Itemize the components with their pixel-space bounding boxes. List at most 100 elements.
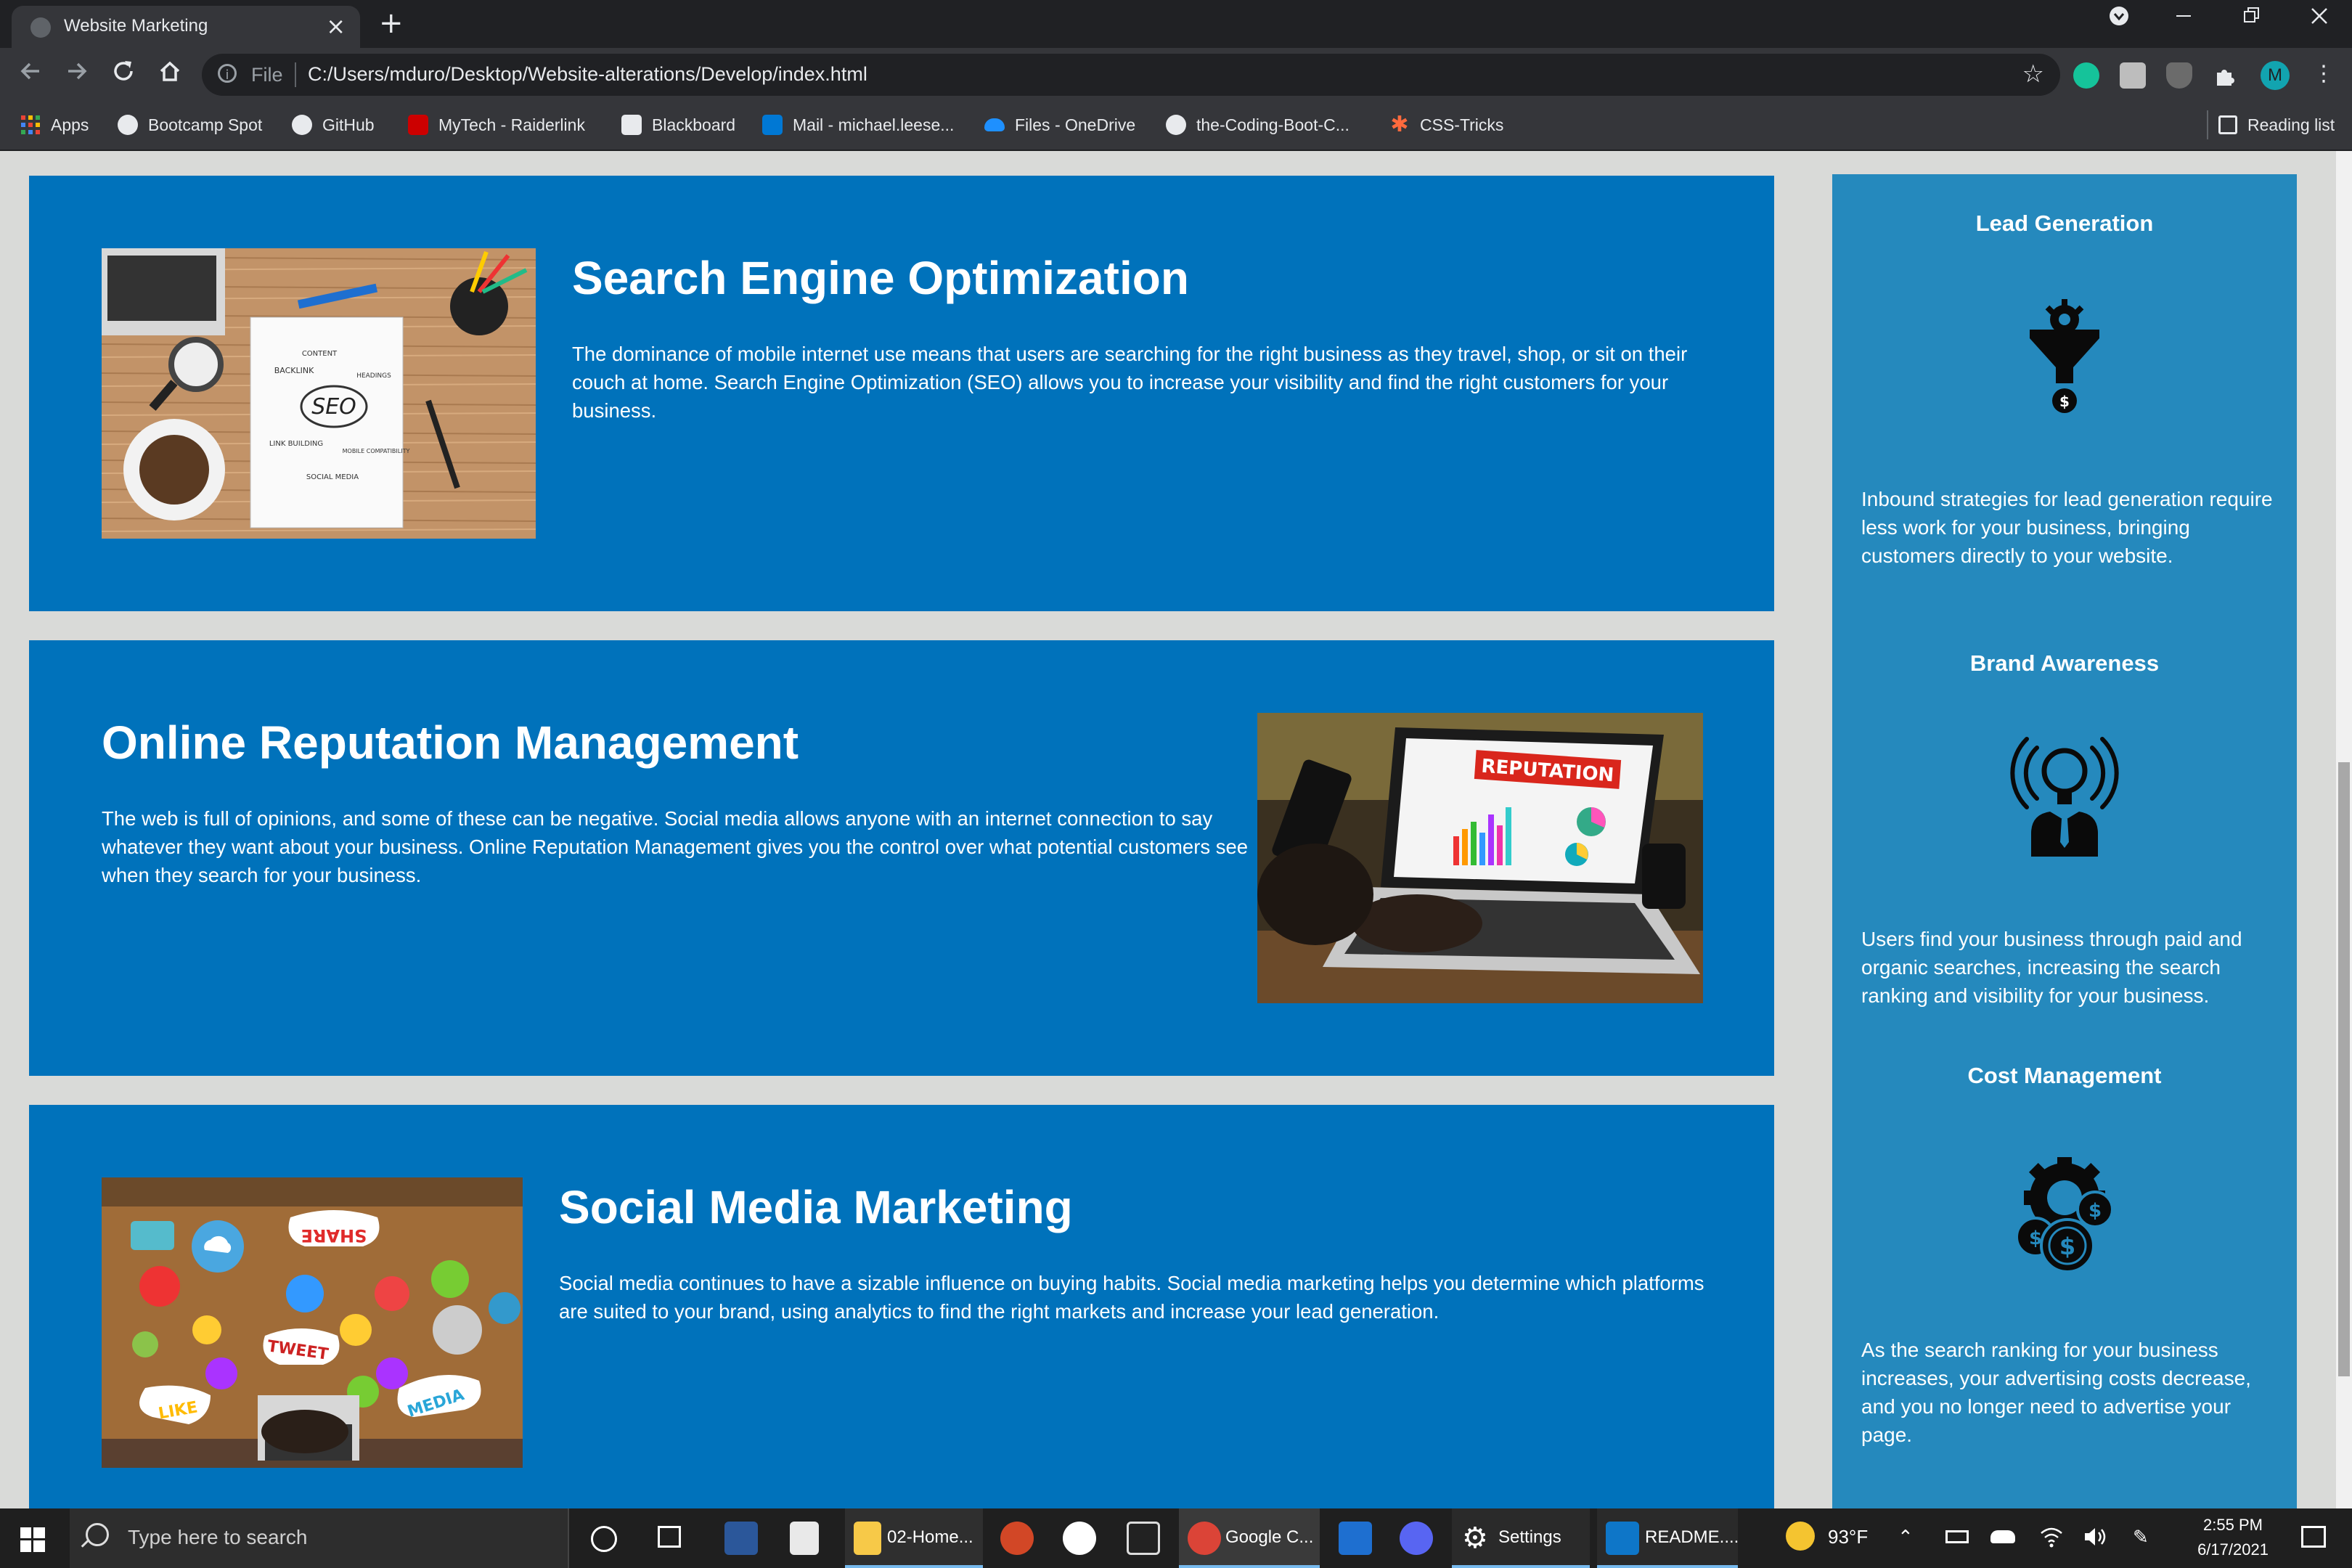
bookmark-label: Apps	[51, 115, 89, 134]
taskbar-app-label: 02-Home...	[887, 1527, 973, 1547]
vscode-icon	[1606, 1522, 1639, 1555]
service-title: Social Media Marketing	[559, 1181, 1073, 1233]
bookmark-label: GitHub	[322, 115, 375, 134]
service-description: The dominance of mobile internet use mea…	[572, 343, 1688, 422]
bookmarks-bar: Apps Bootcamp Spot GitHub MyTech - Raide…	[0, 103, 2352, 151]
bookmark-label: MyTech - Raiderlink	[438, 115, 585, 134]
powerpoint-icon[interactable]	[1000, 1522, 1034, 1555]
seo-image-word: SEO	[311, 394, 356, 420]
slack-icon[interactable]	[1063, 1522, 1096, 1555]
scrollbar-thumb[interactable]	[2338, 762, 2350, 1376]
gear-dollar-icon: $ $ $	[2006, 1156, 2123, 1279]
file-explorer-icon	[854, 1522, 881, 1555]
tab-search-icon[interactable]	[2108, 4, 2130, 36]
benefit-title: Cost Management	[1967, 1063, 2162, 1088]
forward-icon[interactable]	[64, 58, 90, 93]
pen-workspace-icon[interactable]: ✎	[2133, 1526, 2149, 1548]
clock-date[interactable]: 6/17/2021	[2186, 1540, 2279, 1559]
bookmark-label: the-Coding-Boot-C...	[1196, 115, 1349, 134]
bookmark-label: Files - OneDrive	[1015, 115, 1136, 134]
benefit-description: As the search ranking for your business …	[1861, 1339, 2251, 1446]
seo-image-word: SOCIAL MEDIA	[306, 473, 359, 481]
shield-extension-icon[interactable]	[2166, 62, 2192, 89]
service-title: Online Reputation Management	[102, 716, 799, 769]
browser-tab[interactable]: Website Marketing ×	[12, 6, 360, 48]
weather-icon[interactable]	[1786, 1522, 1815, 1551]
window-app-icon[interactable]	[1339, 1522, 1372, 1555]
bookmark-css-tricks[interactable]: ✱ CSS-Tricks	[1389, 110, 1503, 139]
notepad-icon[interactable]	[790, 1522, 819, 1555]
chrome-icon	[1188, 1522, 1221, 1555]
bookmark-label: Mail - michael.leese...	[793, 115, 955, 134]
bookmark-blackboard[interactable]: Blackboard	[621, 110, 735, 139]
address-bar[interactable]: i File C:/Users/mduro/Desktop/Website-al…	[202, 54, 2060, 96]
service-description: The web is full of opinions, and some of…	[102, 807, 1249, 886]
tab-strip: Website Marketing × +	[0, 0, 2352, 48]
service-card-social-media: SHARE TWEET LIKE MEDIA Social Media Mark…	[29, 1105, 1774, 1508]
puzzle-extensions-icon[interactable]	[2213, 64, 2239, 90]
back-icon[interactable]	[17, 58, 44, 93]
social-image-word: SHARE	[301, 1225, 367, 1246]
bookmark-mail[interactable]: Mail - michael.leese...	[762, 110, 954, 139]
bookmark-github[interactable]: GitHub	[292, 110, 375, 139]
tab-close-icon[interactable]: ×	[326, 13, 346, 39]
address-scheme: File	[251, 64, 283, 86]
word-icon[interactable]	[724, 1522, 758, 1555]
new-tab-button[interactable]: +	[379, 6, 404, 41]
taskbar-search-box[interactable]: Type here to search	[70, 1508, 569, 1568]
terminal-icon[interactable]	[1127, 1522, 1160, 1555]
bookmark-onedrive[interactable]: Files - OneDrive	[984, 110, 1135, 139]
seo-image: SEO CONTENT BACKLINK HEADINGS LINK BUILD…	[102, 248, 536, 539]
seo-image-word: BACKLINK	[274, 366, 314, 375]
github-icon	[1166, 115, 1186, 135]
extension-icon[interactable]	[2120, 62, 2146, 89]
seo-image-word: LINK BUILDING	[269, 440, 323, 448]
wifi-icon[interactable]	[2040, 1526, 2063, 1553]
bookmark-coding-boot-camp[interactable]: the-Coding-Boot-C...	[1166, 110, 1349, 139]
github-icon	[292, 115, 312, 135]
close-window-icon[interactable]	[2310, 4, 2329, 36]
reload-icon[interactable]	[110, 58, 136, 93]
volume-icon[interactable]	[2083, 1526, 2108, 1553]
minimize-icon[interactable]	[2175, 4, 2192, 36]
svg-text:$: $	[2029, 1228, 2042, 1249]
site-info-icon[interactable]: i	[218, 64, 237, 83]
address-url[interactable]: C:/Users/mduro/Desktop/Website-alteratio…	[308, 63, 867, 86]
benefit-description: Inbound strategies for lead generation r…	[1861, 488, 2273, 567]
css-tricks-icon: ✱	[1390, 113, 1409, 136]
tray-chevron-up-icon[interactable]: ⌃	[1898, 1526, 1914, 1548]
service-card-reputation: Online Reputation Management The web is …	[29, 640, 1774, 1076]
battery-icon[interactable]	[1945, 1530, 1969, 1543]
profile-avatar[interactable]: M	[2261, 61, 2290, 90]
bookmark-mytech[interactable]: MyTech - Raiderlink	[408, 110, 585, 139]
settings-icon: ⚙	[1462, 1522, 1488, 1555]
discord-icon[interactable]	[1400, 1522, 1433, 1555]
windows-taskbar: Type here to search 02-Home... Google C.…	[0, 1508, 2352, 1568]
home-icon[interactable]	[157, 58, 183, 93]
benefit-title: Lead Generation	[1975, 211, 2154, 236]
bookmark-bootcamp-spot[interactable]: Bootcamp Spot	[118, 110, 262, 139]
service-title: Search Engine Optimization	[572, 252, 1189, 304]
taskbar-search-placeholder: Type here to search	[128, 1526, 308, 1548]
web-page: SEO CONTENT BACKLINK HEADINGS LINK BUILD…	[0, 151, 2352, 1508]
menu-dots-icon[interactable]: ⋮	[2313, 61, 2335, 87]
task-view-icon[interactable]	[658, 1526, 681, 1548]
reading-list-button[interactable]: Reading list	[2207, 110, 2335, 139]
cortana-icon[interactable]	[591, 1526, 617, 1552]
weather-temperature[interactable]: 93°F	[1828, 1526, 1868, 1548]
clock-time[interactable]: 2:55 PM	[2192, 1516, 2274, 1535]
bookmark-star-icon[interactable]: ☆	[2022, 60, 2044, 89]
bookmark-label: CSS-Tricks	[1420, 115, 1504, 134]
seo-image-word: MOBILE COMPATIBILITY	[343, 448, 410, 454]
bookmark-apps[interactable]: Apps	[20, 110, 89, 139]
lead-funnel-icon: $	[2006, 298, 2123, 421]
windows-start-icon[interactable]	[20, 1527, 45, 1555]
outlook-icon	[762, 115, 783, 135]
restore-icon[interactable]	[2243, 4, 2261, 36]
bookmark-label: Blackboard	[652, 115, 736, 134]
grammarly-extension-icon[interactable]	[2073, 62, 2099, 89]
dollar-sign-icon: $	[2059, 393, 2070, 410]
notification-center-icon[interactable]	[2301, 1526, 2326, 1548]
onedrive-tray-icon[interactable]	[1990, 1530, 2015, 1543]
service-card-seo: SEO CONTENT BACKLINK HEADINGS LINK BUILD…	[29, 176, 1774, 611]
